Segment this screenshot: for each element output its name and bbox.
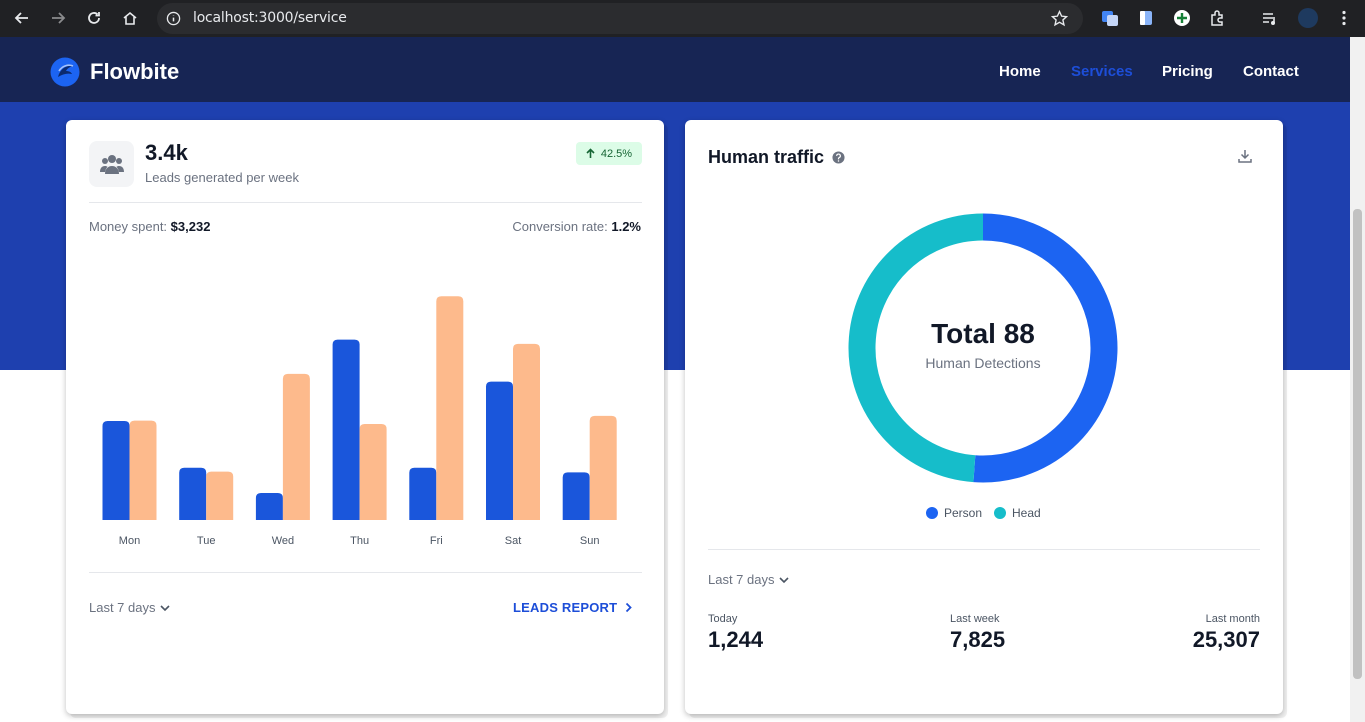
x-tick-label: Sun — [580, 535, 600, 547]
legend-person-label: Person — [944, 506, 983, 520]
nav-home[interactable]: Home — [999, 63, 1041, 80]
document-extension-icon[interactable] — [1136, 8, 1156, 28]
bar-tue-series2[interactable] — [206, 471, 234, 520]
period-dropdown-label: Last 7 days — [89, 600, 156, 615]
legend-head[interactable]: Head — [994, 506, 1041, 520]
menu-kebab-icon[interactable] — [1334, 8, 1354, 28]
bar-sun-series2[interactable] — [589, 415, 617, 520]
x-tick-label: Wed — [272, 535, 294, 547]
bar-mon-series1[interactable] — [102, 421, 130, 520]
x-tick-label: Sat — [505, 535, 522, 547]
growth-badge: 42.5% — [576, 142, 642, 165]
bar-thu-series2[interactable] — [359, 424, 387, 520]
divider — [89, 572, 642, 573]
leads-card: 3.4k Leads generated per week 42.5% Mone… — [66, 120, 664, 714]
address-bar[interactable]: localhost:3000/service — [157, 3, 1083, 34]
x-tick-label: Thu — [350, 535, 369, 547]
traffic-period-dropdown-label: Last 7 days — [708, 572, 775, 587]
question-circle-icon[interactable] — [832, 151, 845, 164]
flowbite-logo-icon — [50, 57, 80, 87]
x-tick-label: Tue — [197, 535, 216, 547]
conversion-rate: Conversion rate: 1.2% — [512, 219, 641, 234]
bar-thu-series1[interactable] — [332, 339, 360, 520]
url-text: localhost:3000/service — [193, 10, 347, 26]
conversion-rate-value: 1.2% — [611, 219, 641, 234]
donut-total: Total 88 — [931, 318, 1035, 349]
scrollbar-thumb[interactable] — [1353, 209, 1362, 679]
users-icon — [99, 155, 124, 174]
reload-icon[interactable] — [82, 6, 106, 30]
bar-sat-series2[interactable] — [513, 343, 540, 520]
period-dropdown[interactable]: Last 7 days — [89, 600, 170, 615]
bar-sun-series1[interactable] — [562, 472, 590, 520]
bar-fri-series2[interactable] — [436, 296, 464, 520]
growth-badge-value: 42.5% — [600, 147, 633, 160]
download-button[interactable] — [1237, 148, 1253, 169]
period-week-label: Last week — [950, 613, 1000, 625]
period-month-label: Last month — [1205, 613, 1260, 625]
brand-logo[interactable]: Flowbite — [50, 57, 179, 87]
period-week-value: 7,825 — [950, 627, 1006, 652]
period-today-value: 1,244 — [708, 627, 764, 652]
bar-wed-series1[interactable] — [255, 493, 283, 520]
conversion-rate-label: Conversion rate: — [512, 219, 608, 234]
chevron-down-icon — [159, 604, 170, 611]
x-tick-label: Fri — [430, 535, 443, 547]
bar-wed-series2[interactable] — [282, 373, 310, 520]
legend-person-dot — [926, 507, 938, 519]
page-scrollbar[interactable] — [1350, 37, 1365, 722]
leads-report-label: LEADS REPORT — [513, 600, 618, 615]
media-queue-icon[interactable] — [1260, 8, 1280, 28]
leads-report-link[interactable]: LEADS REPORT — [513, 600, 633, 615]
chevron-down-icon — [778, 576, 789, 583]
traffic-period-dropdown[interactable]: Last 7 days — [708, 572, 789, 587]
add-extension-icon[interactable] — [1172, 8, 1192, 28]
download-icon — [1238, 150, 1252, 163]
donut-subtitle: Human Detections — [925, 355, 1041, 371]
profile-avatar-icon[interactable] — [1297, 7, 1319, 29]
legend-person[interactable]: Person — [926, 506, 982, 520]
extensions-puzzle-icon[interactable] — [1208, 8, 1228, 28]
nav-contact[interactable]: Contact — [1243, 63, 1299, 80]
users-icon-box — [89, 141, 134, 187]
leads-caption: Leads generated per week — [145, 170, 299, 185]
bookmark-star-icon[interactable] — [1051, 10, 1068, 27]
bar-tue-series1[interactable] — [179, 467, 207, 520]
bar-sat-series1[interactable] — [486, 381, 513, 520]
home-icon[interactable] — [118, 6, 142, 30]
site-navbar: Flowbite Home Services Pricing Contact — [0, 37, 1350, 102]
nav-pricing[interactable]: Pricing — [1162, 63, 1213, 80]
nav-services[interactable]: Services — [1071, 63, 1133, 80]
back-icon[interactable] — [10, 6, 34, 30]
period-today-label: Today — [708, 613, 738, 625]
traffic-title-text: Human traffic — [708, 147, 825, 167]
legend-head-label: Head — [1012, 506, 1041, 520]
traffic-card: Human traffic Total 88 Human Detections … — [685, 120, 1283, 714]
bar-fri-series1[interactable] — [409, 467, 437, 520]
money-spent-value: $3,232 — [170, 219, 211, 234]
arrow-up-icon — [586, 148, 595, 158]
divider — [708, 549, 1260, 550]
browser-toolbar: localhost:3000/service — [0, 0, 1365, 37]
legend-head-dot — [994, 507, 1006, 519]
leads-value: 3.4k — [145, 140, 188, 165]
chevron-right-icon — [626, 602, 633, 613]
divider — [89, 202, 642, 203]
traffic-title: Human traffic — [708, 147, 845, 168]
bar-mon-series2[interactable] — [129, 420, 157, 520]
leads-bar-chart: Mon Tue Wed Thu Fri Sat Sun — [102, 296, 617, 547]
forward-icon[interactable] — [46, 6, 70, 30]
x-tick-label: Mon — [119, 535, 140, 547]
translate-extension-icon[interactable] — [1100, 8, 1120, 28]
money-spent: Money spent: $3,232 — [89, 219, 210, 234]
period-month-value: 25,307 — [1192, 627, 1260, 652]
site-info-icon[interactable] — [166, 11, 181, 26]
brand-name: Flowbite — [90, 59, 180, 84]
money-spent-label: Money spent: — [89, 219, 168, 234]
